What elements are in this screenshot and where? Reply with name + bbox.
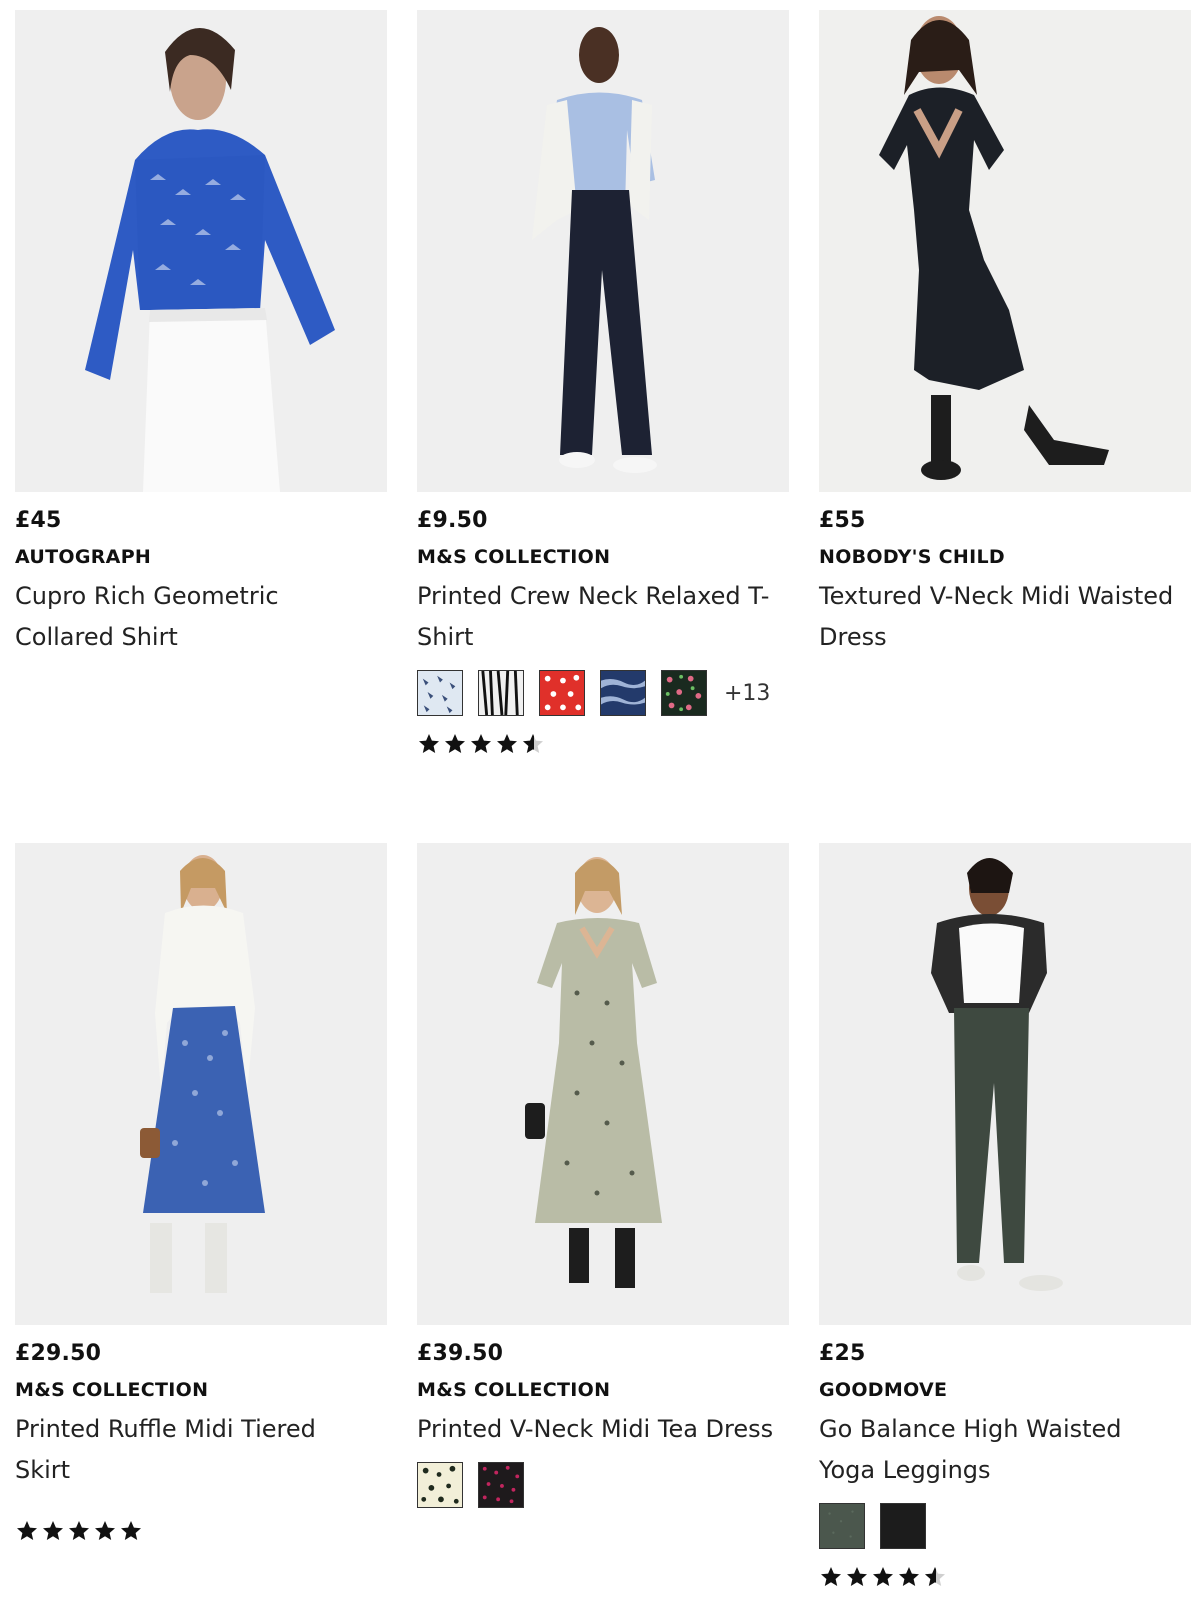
star-rating	[15, 1517, 387, 1545]
product-brand: GOODMOVE	[819, 1379, 948, 1401]
product-photo-icon	[417, 843, 789, 1325]
product-photo-icon	[819, 843, 1191, 1325]
product-image[interactable]	[417, 10, 789, 492]
product-grid: £45 AUTOGRAPH Cupro Rich Geometric Colla…	[0, 0, 1200, 1615]
product-image[interactable]	[15, 843, 387, 1325]
product-photo-icon	[417, 10, 789, 492]
product-image[interactable]	[819, 10, 1191, 492]
product-image[interactable]	[15, 10, 387, 492]
product-brand: M&S COLLECTION	[417, 546, 611, 568]
product-image[interactable]	[417, 843, 789, 1325]
star-half-icon	[521, 732, 545, 756]
product-brand: M&S COLLECTION	[15, 1379, 209, 1401]
colour-swatches	[819, 1501, 1191, 1551]
star-rating	[819, 1563, 1191, 1591]
more-colours-count[interactable]: +13	[724, 681, 770, 706]
star-full-icon	[417, 732, 441, 756]
product-photo-icon	[819, 10, 1191, 492]
star-full-icon	[897, 1565, 921, 1589]
product-card[interactable]: £55 NOBODY'S CHILD Textured V-Neck Midi …	[819, 10, 1191, 658]
product-price: £55	[819, 508, 866, 533]
star-full-icon	[845, 1565, 869, 1589]
product-price: £29.50	[15, 1341, 102, 1366]
swatch-cream-floral[interactable]	[417, 1462, 463, 1508]
swatch-khaki[interactable]	[819, 1503, 865, 1549]
product-image[interactable]	[819, 843, 1191, 1325]
swatch-blue-tie-dye[interactable]	[600, 670, 646, 716]
product-price: £9.50	[417, 508, 488, 533]
star-full-icon	[93, 1519, 117, 1543]
colour-swatches: +13	[417, 668, 789, 718]
swatch-light-blue-print[interactable]	[417, 670, 463, 716]
star-full-icon	[119, 1519, 143, 1543]
product-card[interactable]: £9.50 M&S COLLECTION Printed Crew Neck R…	[417, 10, 789, 758]
star-full-icon	[469, 732, 493, 756]
product-title[interactable]: Printed V-Neck Midi Tea Dress	[417, 1409, 777, 1450]
star-full-icon	[871, 1565, 895, 1589]
product-price: £39.50	[417, 1341, 504, 1366]
colour-swatches	[417, 1460, 789, 1510]
swatch-dark-floral[interactable]	[661, 670, 707, 716]
product-photo-icon	[15, 843, 387, 1325]
star-rating	[417, 730, 789, 758]
product-card[interactable]: £29.50 M&S COLLECTION Printed Ruffle Mid…	[15, 843, 387, 1545]
star-full-icon	[443, 732, 467, 756]
product-brand: M&S COLLECTION	[417, 1379, 611, 1401]
product-card[interactable]: £25 GOODMOVE Go Balance High Waisted Yog…	[819, 843, 1191, 1591]
product-card[interactable]: £45 AUTOGRAPH Cupro Rich Geometric Colla…	[15, 10, 387, 658]
product-brand: NOBODY'S CHILD	[819, 546, 1005, 568]
swatch-black-white-print[interactable]	[478, 670, 524, 716]
product-price: £25	[819, 1341, 866, 1366]
star-full-icon	[819, 1565, 843, 1589]
product-title[interactable]: Textured V-Neck Midi Waisted Dress	[819, 576, 1179, 658]
product-card[interactable]: £39.50 M&S COLLECTION Printed V-Neck Mid…	[417, 843, 789, 1510]
swatch-pink-black-print[interactable]	[478, 1462, 524, 1508]
star-full-icon	[15, 1519, 39, 1543]
star-full-icon	[495, 732, 519, 756]
product-title[interactable]: Cupro Rich Geometric Collared Shirt	[15, 576, 375, 658]
product-brand: AUTOGRAPH	[15, 546, 152, 568]
product-title[interactable]: Printed Ruffle Midi Tiered Skirt	[15, 1409, 375, 1491]
product-photo-icon	[15, 10, 387, 492]
star-full-icon	[67, 1519, 91, 1543]
product-price: £45	[15, 508, 62, 533]
star-half-icon	[923, 1565, 947, 1589]
swatch-black[interactable]	[880, 1503, 926, 1549]
swatch-red-polka-dot[interactable]	[539, 670, 585, 716]
product-title[interactable]: Go Balance High Waisted Yoga Leggings	[819, 1409, 1179, 1491]
product-title[interactable]: Printed Crew Neck Relaxed T-Shirt	[417, 576, 777, 658]
star-full-icon	[41, 1519, 65, 1543]
